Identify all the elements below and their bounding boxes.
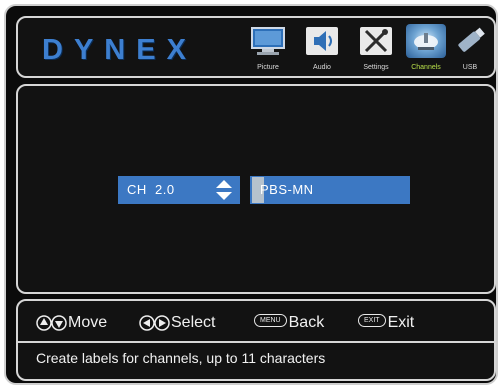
menu-item-label: Picture (257, 64, 279, 71)
channel-select-value: CH 2.0 (127, 182, 175, 197)
menu-item-audio[interactable]: Audio (298, 22, 346, 76)
header-bar: DYNEX Picture Audio Settings Channels US… (16, 16, 496, 78)
exit-hint: EXIT Exit (358, 311, 414, 335)
exit-hint-label: Exit (387, 314, 415, 331)
back-hint-label: Back (288, 314, 325, 331)
menu-item-label: Settings (363, 64, 389, 71)
usb-drive-icon (458, 27, 485, 52)
exit-key-badge: EXIT (358, 314, 386, 328)
back-hint: MENU Back (254, 311, 324, 335)
menu-item-usb[interactable]: USB (446, 22, 494, 76)
footer-divider (18, 341, 494, 343)
select-hint: Select (139, 311, 215, 335)
status-message: Create labels for channels, up to 11 cha… (36, 350, 326, 366)
menu-key-badge: MENU (254, 314, 287, 328)
footer-bar: Move Select MENU Back EXIT Exit Create lab… (16, 299, 496, 381)
button-hints: Move Select MENU Back EXIT Exit (18, 311, 494, 335)
left-right-nav-icon (139, 315, 170, 331)
tv-monitor-icon (251, 27, 285, 55)
move-hint-label: Move (68, 314, 108, 331)
up-down-nav-icon (36, 315, 67, 331)
tv-osd-frame: DYNEX Picture Audio Settings Channels US… (4, 4, 498, 385)
channel-label-value: PBS-MN (260, 182, 314, 197)
move-hint: Move (36, 311, 107, 335)
up-down-arrows-icon[interactable] (214, 179, 234, 201)
menu-item-channels[interactable]: Channels (402, 22, 450, 76)
menu-item-settings[interactable]: Settings (352, 22, 400, 76)
channel-label-input[interactable]: PBS-MN (250, 176, 410, 204)
dynex-logo: DYNEX (42, 34, 197, 66)
menu-item-label: Channels (411, 64, 441, 71)
menu-item-label: USB (462, 64, 478, 71)
menu-item-picture[interactable]: Picture (244, 22, 292, 76)
satellite-dish-icon (406, 24, 446, 58)
select-hint-label: Select (171, 314, 216, 331)
channel-labels-panel: CH 2.0 PBS-MN (16, 84, 496, 294)
tools-icon (360, 27, 392, 55)
menu-item-label: Audio (313, 64, 331, 71)
channel-select[interactable]: CH 2.0 (118, 176, 240, 204)
speaker-icon (306, 27, 338, 55)
